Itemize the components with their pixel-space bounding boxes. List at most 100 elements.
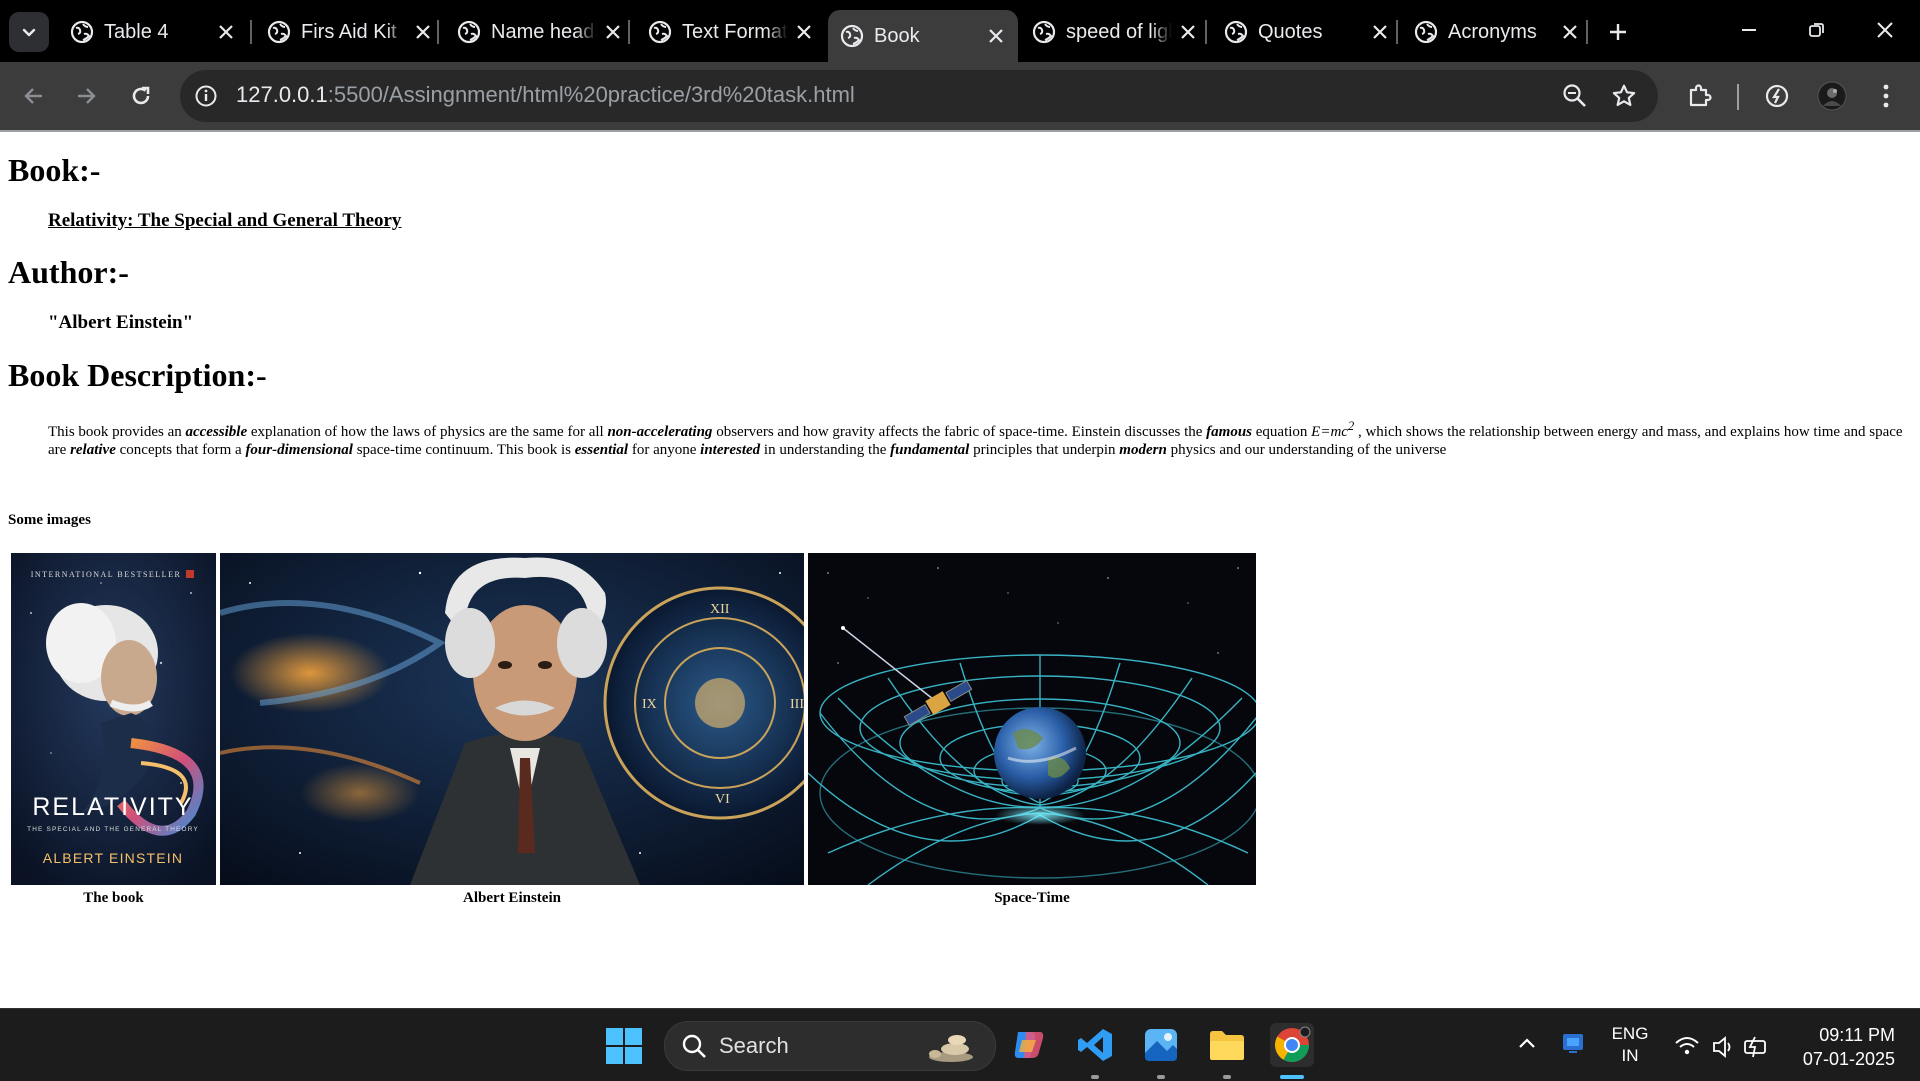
url-host: 127.0.0.1: [236, 82, 328, 107]
network-volume-battery[interactable]: [1674, 1033, 1770, 1064]
chrome-app[interactable]: [1270, 1023, 1314, 1067]
new-tab-button[interactable]: [1600, 14, 1636, 50]
tab-separator: [628, 20, 630, 44]
tab-table-4[interactable]: Table 4: [58, 10, 248, 54]
author-heading: Author:-: [8, 254, 129, 290]
app-active-indicator: [1280, 1075, 1304, 1079]
reload-button[interactable]: [123, 78, 159, 114]
emphasis-fundamental: fundamental: [890, 442, 970, 458]
plus-icon: [1610, 24, 1626, 40]
description-text: explanation of how the laws of physics a…: [247, 424, 608, 440]
tab-label: Name heading: [491, 20, 597, 43]
description-text: principles that underpin: [969, 442, 1120, 458]
images-label: Some images: [8, 512, 91, 528]
address-bar[interactable]: 127.0.0.1:5500/Assingnment/html%20practi…: [180, 70, 1658, 122]
close-icon[interactable]: [597, 16, 629, 48]
close-icon[interactable]: [788, 16, 820, 48]
menu-button[interactable]: [1870, 80, 1902, 112]
wifi-icon: [1675, 1037, 1699, 1055]
globe-icon: [1032, 20, 1056, 44]
forward-button[interactable]: [68, 78, 104, 114]
book-cover-image: INTERNATIONAL BESTSELLER RELATIVITY THE …: [11, 553, 216, 885]
tab-speed-of-light[interactable]: speed of light: [1020, 10, 1210, 54]
tab-book[interactable]: Book: [828, 10, 1018, 62]
back-button[interactable]: [16, 78, 52, 114]
avatar-icon: [1817, 81, 1847, 111]
bookmark-button[interactable]: [1610, 82, 1638, 110]
emphasis-famous: famous: [1206, 424, 1253, 440]
file-explorer-app[interactable]: [1205, 1023, 1249, 1067]
tray-app-icon: [1563, 1034, 1583, 1053]
equation-text: E=mc: [1311, 424, 1348, 440]
language-indicator[interactable]: ENG IN: [1611, 1023, 1649, 1067]
minimize-button[interactable]: [1726, 10, 1772, 50]
clock[interactable]: 09:11 PM 07-01-2025: [1775, 1023, 1895, 1071]
tab-label: Book: [874, 24, 920, 47]
url-text[interactable]: 127.0.0.1:5500/Assingnment/html%20practi…: [236, 82, 855, 108]
system-status-icons: [1675, 1036, 1766, 1058]
arrow-right-icon: [78, 88, 96, 104]
language-code: ENG: [1611, 1024, 1649, 1043]
globe-icon: [1414, 20, 1438, 44]
albert-einstein-image: XII III VI IX: [220, 553, 804, 885]
show-hidden-icons-button[interactable]: [1517, 1035, 1537, 1055]
web-page-content: Book:- Relativity: The Special and Gener…: [0, 132, 1920, 1008]
info-icon[interactable]: [194, 84, 218, 108]
tab-quotes[interactable]: Quotes: [1212, 10, 1402, 54]
globe-icon: [1224, 20, 1248, 44]
restore-button[interactable]: [1794, 10, 1840, 50]
photos-app[interactable]: [1139, 1023, 1183, 1067]
globe-icon: [267, 20, 291, 44]
close-icon[interactable]: [210, 16, 242, 48]
app-running-indicator: [1091, 1075, 1099, 1079]
tab-separator: [1586, 20, 1588, 44]
close-icon[interactable]: [1172, 16, 1204, 48]
copilot-icon: [1014, 1032, 1044, 1058]
emphasis-accessible: accessible: [185, 424, 248, 440]
arrow-left-icon: [24, 88, 42, 104]
cover-top-text: INTERNATIONAL BESTSELLER: [31, 570, 182, 579]
app-running-indicator: [1157, 1075, 1165, 1079]
description-heading: Book Description:-: [8, 357, 267, 393]
puzzle-icon: [1689, 84, 1712, 107]
extensions-button[interactable]: [1683, 80, 1715, 112]
close-window-button[interactable]: [1862, 10, 1908, 50]
tab-name-heading[interactable]: Name heading: [445, 10, 635, 54]
author-name: "Albert Einstein": [48, 312, 194, 333]
copilot-app[interactable]: [1007, 1023, 1051, 1067]
taskbar-search[interactable]: Search: [664, 1021, 996, 1071]
svg-text:XII: XII: [710, 602, 730, 617]
performance-button[interactable]: [1761, 80, 1793, 112]
windows-taskbar: Search ENG IN 09:11 PM 07-01-2025: [0, 1008, 1920, 1081]
speaker-icon: [1713, 1036, 1731, 1058]
star-icon: [1612, 84, 1636, 107]
close-icon[interactable]: [407, 16, 439, 48]
close-icon[interactable]: [1554, 16, 1586, 48]
tab-label: Firs Aid Kit: [301, 20, 397, 43]
cover-author: ALBERT EINSTEIN: [43, 850, 183, 866]
tab-acronyms[interactable]: Acronyms: [1402, 10, 1592, 54]
description-text: equation: [1252, 424, 1312, 440]
windows-start-icon[interactable]: [605, 1027, 643, 1065]
tray-app-button[interactable]: [1561, 1031, 1585, 1060]
equation: E=mc2: [1311, 419, 1354, 440]
tab-label: Text Formatting: [682, 20, 788, 43]
emphasis-modern: modern: [1119, 442, 1167, 458]
tab-firs-aid-kit[interactable]: Firs Aid Kit: [255, 10, 445, 54]
chevron-down-icon: [22, 28, 36, 37]
tab-text-formatting[interactable]: Text Formatting: [636, 10, 826, 54]
close-icon[interactable]: [1364, 16, 1396, 48]
profile-button[interactable]: [1816, 80, 1848, 112]
zoom-button[interactable]: [1561, 82, 1589, 110]
description-text: observers and how gravity affects the fa…: [712, 424, 1207, 440]
minimize-icon: [1742, 29, 1756, 31]
tab-search-button[interactable]: [9, 12, 49, 52]
book-title-link[interactable]: Relativity: The Special and General Theo…: [48, 210, 401, 231]
chevron-up-icon: [1519, 1038, 1535, 1048]
emphasis-essential: essential: [574, 442, 629, 458]
description-text: concepts that form a: [115, 442, 246, 458]
vscode-app[interactable]: [1073, 1023, 1117, 1067]
close-icon[interactable]: [980, 20, 1012, 52]
speedometer-icon: [1765, 84, 1789, 108]
tab-label: Quotes: [1258, 20, 1323, 43]
